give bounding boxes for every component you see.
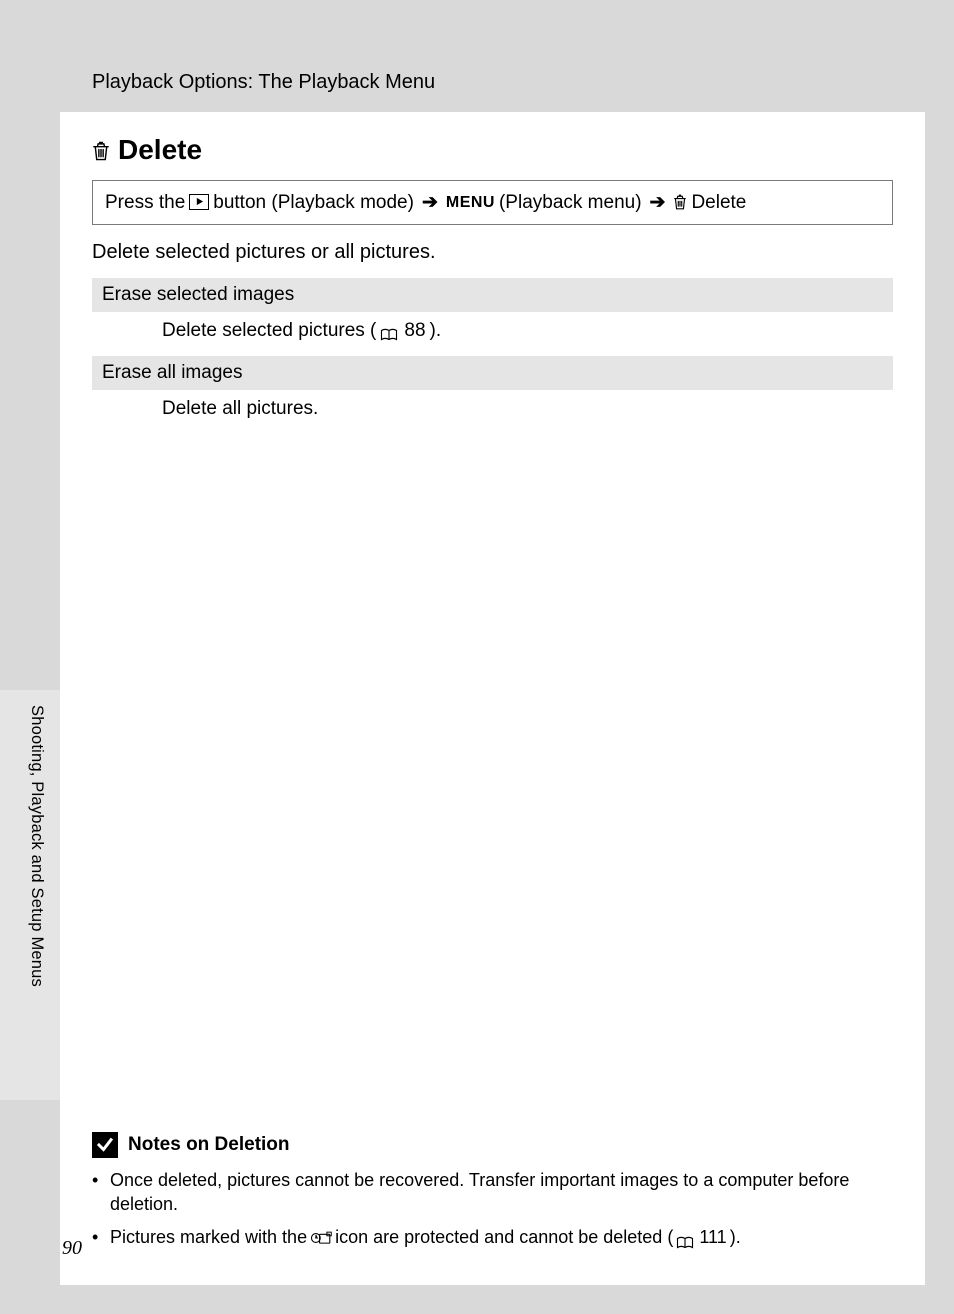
page-number: 90 bbox=[62, 1237, 82, 1260]
caution-icon bbox=[92, 1132, 118, 1158]
trash-icon bbox=[92, 138, 110, 163]
option-body: Delete all pictures. bbox=[92, 390, 893, 434]
book-icon bbox=[676, 1232, 694, 1246]
protect-icon bbox=[310, 1225, 332, 1249]
breadcrumb-box: Press the button (Playback mode) ➔ MENU … bbox=[92, 180, 893, 225]
option-text: Delete all pictures. bbox=[162, 398, 318, 420]
notes-title: Notes on Deletion bbox=[128, 1134, 290, 1156]
notes-section: Notes on Deletion Once deleted, pictures… bbox=[92, 1132, 897, 1257]
option-body: Delete selected pictures ( 88). bbox=[92, 312, 893, 356]
description: Delete selected pictures or all pictures… bbox=[92, 241, 893, 264]
page-title: Delete bbox=[118, 134, 202, 166]
nav-press: Press the bbox=[105, 192, 185, 214]
arrow-icon: ➔ bbox=[422, 191, 438, 214]
nav-playback-menu: (Playback menu) bbox=[499, 192, 642, 214]
note-text-mid: icon are protected and cannot be deleted… bbox=[335, 1225, 673, 1249]
note-text-end: ). bbox=[730, 1225, 741, 1249]
option-header: Erase all images bbox=[92, 356, 893, 390]
option-text-end: ). bbox=[430, 320, 442, 342]
option-block: Erase selected images Delete selected pi… bbox=[92, 278, 893, 356]
option-header: Erase selected images bbox=[92, 278, 893, 312]
section-side-label: Shooting, Playback and Setup Menus bbox=[27, 705, 46, 1025]
nav-playback-mode: button (Playback mode) bbox=[213, 192, 414, 214]
page-ref: 88 bbox=[404, 320, 425, 342]
trash-icon-small bbox=[673, 192, 687, 214]
page-header: Playback Options: The Playback Menu bbox=[60, 25, 925, 112]
note-item: Pictures marked with the icon are protec… bbox=[92, 1225, 897, 1249]
playback-button-icon bbox=[189, 194, 209, 210]
note-item: Once deleted, pictures cannot be recover… bbox=[92, 1168, 897, 1217]
book-icon bbox=[380, 326, 398, 340]
page-title-row: Delete bbox=[92, 134, 893, 166]
option-block: Erase all images Delete all pictures. bbox=[92, 356, 893, 434]
note-text: Pictures marked with the bbox=[110, 1225, 307, 1249]
arrow-icon: ➔ bbox=[650, 191, 666, 214]
page-ref: 111 bbox=[699, 1225, 726, 1249]
option-text: Delete selected pictures ( bbox=[162, 320, 376, 342]
nav-delete: Delete bbox=[691, 192, 746, 214]
note-text: Once deleted, pictures cannot be recover… bbox=[110, 1168, 897, 1217]
menu-text-icon: MENU bbox=[446, 194, 495, 212]
manual-page: Playback Options: The Playback Menu Dele… bbox=[60, 25, 925, 1285]
